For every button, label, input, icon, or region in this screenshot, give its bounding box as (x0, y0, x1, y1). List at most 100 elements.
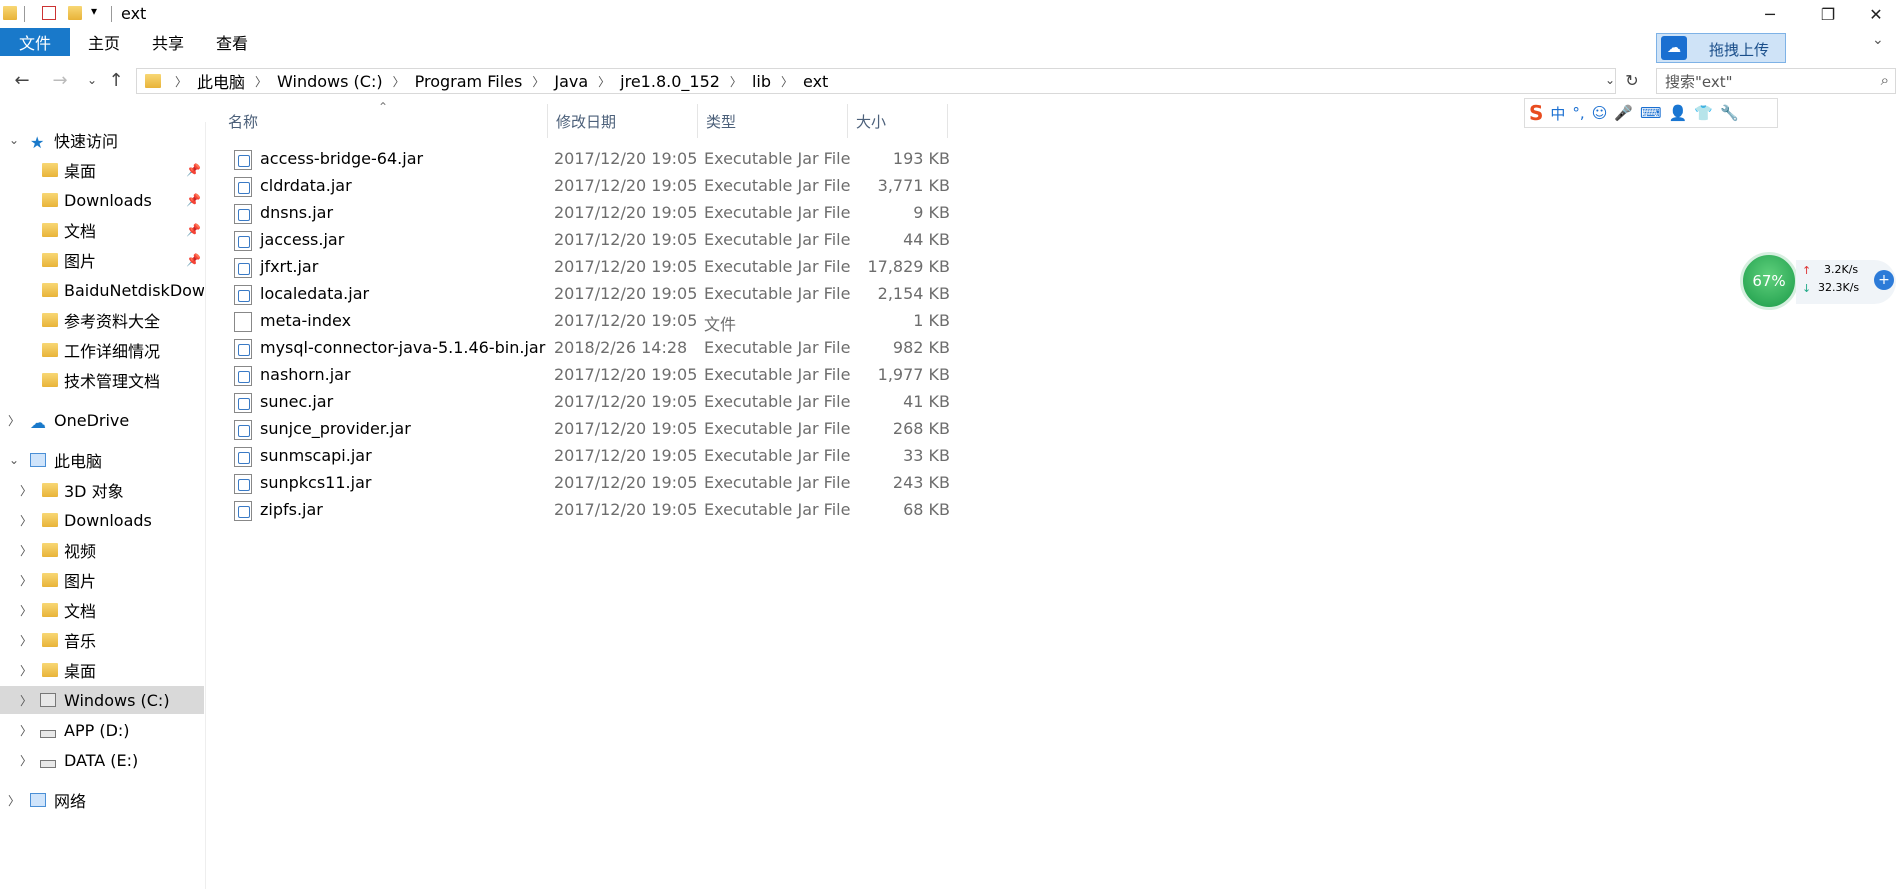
chevron-right-icon[interactable]: 〉 (20, 482, 32, 499)
emoji-icon[interactable]: ☺ (1592, 104, 1608, 122)
sidebar-network[interactable]: 〉 网络 (0, 786, 204, 814)
crumb-this-pc[interactable]: 此电脑 (191, 69, 251, 93)
table-row[interactable]: sunec.jar 2017/12/20 19:05 Executable Jar … (222, 389, 1152, 416)
add-icon[interactable]: + (1874, 270, 1894, 290)
recent-locations-chevron-icon[interactable]: ⌄ (80, 68, 104, 92)
sidebar-this-pc[interactable]: ⌄ 此电脑 (0, 446, 204, 474)
chevron-right-icon[interactable]: 〉 (20, 602, 32, 619)
sidebar-quick-access[interactable]: ⌄ ★ 快速访问 (0, 126, 204, 154)
upload-widget[interactable]: ☁ 拖拽上传 (1656, 33, 1786, 63)
column-header-name[interactable]: 名称 (220, 104, 548, 138)
table-row[interactable]: access-bridge-64.jar 2017/12/20 19:05 Exec… (222, 146, 1152, 173)
settings-wrench-icon[interactable]: 🔧 (1720, 104, 1739, 122)
table-row[interactable]: sunmscapi.jar 2017/12/20 19:05 Executable … (222, 443, 1152, 470)
chevron-down-icon[interactable]: ⌄ (1872, 32, 1884, 48)
user-icon[interactable]: 👤 (1669, 104, 1688, 122)
sidebar-item-3d-objects[interactable]: 〉 3D 对象 (0, 476, 204, 504)
search-box[interactable]: 搜索"ext" ⌕ (1656, 68, 1896, 94)
chevron-right-icon[interactable]: 〉 (20, 692, 32, 709)
sidebar-item-tech-docs[interactable]: 技术管理文档 (0, 366, 204, 394)
file-name[interactable]: sunjce_provider.jar (260, 419, 411, 438)
address-bar[interactable]: 〉 此电脑 〉 Windows (C:) 〉 Program Files 〉 J… (136, 68, 1616, 94)
table-row[interactable]: jfxrt.jar 2017/12/20 19:05 Executable Jar … (222, 254, 1152, 281)
sidebar-item-videos[interactable]: 〉 视频 (0, 536, 204, 564)
chevron-right-icon[interactable]: 〉 (20, 752, 32, 769)
search-icon[interactable]: ⌕ (1881, 71, 1889, 89)
sidebar-item-desktop[interactable]: 桌面 📌 (0, 156, 204, 184)
sidebar-item-pc-documents[interactable]: 〉 文档 (0, 596, 204, 624)
chevron-right-icon[interactable]: 〉 (20, 662, 32, 679)
table-row[interactable]: meta-index 2017/12/20 19:05 文件 1 KB (222, 308, 1152, 335)
back-button[interactable]: ← (10, 68, 34, 92)
network-speed-widget[interactable]: 67% ↑ 3.2K/s ↓ 32.3K/s + (1740, 252, 1898, 310)
file-name[interactable]: access-bridge-64.jar (260, 149, 423, 168)
address-dropdown-icon[interactable]: ⌄ (1598, 68, 1622, 92)
sidebar-item-reference[interactable]: 参考资料大全 (0, 306, 204, 334)
table-row[interactable]: mysql-connector-java-5.1.46-bin.jar 2018/… (222, 335, 1152, 362)
table-row[interactable]: dnsns.jar 2017/12/20 19:05 Executable Jar … (222, 200, 1152, 227)
skin-icon[interactable]: 👕 (1694, 104, 1713, 122)
table-row[interactable]: localedata.jar 2017/12/20 19:05 Executable… (222, 281, 1152, 308)
chevron-right-icon[interactable]: 〉 (20, 632, 32, 649)
table-row[interactable]: cldrdata.jar 2017/12/20 19:05 Executable J… (222, 173, 1152, 200)
chevron-right-icon[interactable]: 〉 (8, 412, 20, 429)
microphone-icon[interactable]: 🎤 (1614, 104, 1633, 122)
table-row[interactable]: nashorn.jar 2017/12/20 19:05 Executable Ja… (222, 362, 1152, 389)
ime-mode[interactable]: 中 (1550, 103, 1565, 124)
usage-gauge[interactable]: 67% (1740, 252, 1798, 310)
table-row[interactable]: sunpkcs11.jar 2017/12/20 19:05 Executable … (222, 470, 1152, 497)
file-name[interactable]: nashorn.jar (260, 365, 351, 384)
properties-icon[interactable] (42, 6, 56, 20)
sidebar-item-data-e[interactable]: 〉 DATA (E:) (0, 746, 204, 774)
file-name[interactable]: localedata.jar (260, 284, 369, 303)
file-name[interactable]: sunmscapi.jar (260, 446, 372, 465)
tab-share[interactable]: 共享 (136, 28, 200, 56)
chevron-down-icon[interactable]: ⌄ (8, 453, 20, 467)
new-folder-icon[interactable] (68, 6, 82, 20)
chevron-right-icon[interactable]: 〉 (20, 542, 32, 559)
column-header-size[interactable]: 大小 (848, 104, 948, 138)
file-name[interactable]: zipfs.jar (260, 500, 323, 519)
file-name[interactable]: mysql-connector-java-5.1.46-bin.jar (260, 338, 545, 357)
crumb-jre[interactable]: jre1.8.0_152 (614, 72, 726, 91)
maximize-button[interactable]: ❐ (1804, 0, 1852, 28)
column-header-date[interactable]: 修改日期 (548, 104, 698, 138)
file-name[interactable]: cldrdata.jar (260, 176, 352, 195)
sidebar-item-pc-downloads[interactable]: 〉 Downloads (0, 506, 204, 534)
ime-toolbar[interactable]: S 中 °, ☺ 🎤 ⌨ 👤 👕 🔧 (1524, 98, 1778, 128)
file-name[interactable]: sunpkcs11.jar (260, 473, 371, 492)
crumb-java[interactable]: Java (548, 72, 594, 91)
table-row[interactable]: sunjce_provider.jar 2017/12/20 19:05 Execu… (222, 416, 1152, 443)
chevron-down-icon[interactable]: ⌄ (8, 133, 20, 147)
sidebar-item-pc-desktop[interactable]: 〉 桌面 (0, 656, 204, 684)
tab-view[interactable]: 查看 (200, 28, 264, 56)
forward-button[interactable]: → (48, 68, 72, 92)
crumb-lib[interactable]: lib (746, 72, 777, 91)
table-row[interactable]: zipfs.jar 2017/12/20 19:05 Executable Jar … (222, 497, 1152, 524)
refresh-icon[interactable]: ↻ (1620, 68, 1644, 92)
sidebar-item-music[interactable]: 〉 音乐 (0, 626, 204, 654)
tab-home[interactable]: 主页 (72, 28, 136, 56)
crumb-windows-c[interactable]: Windows (C:) (271, 72, 389, 91)
punctuation-icon[interactable]: °, (1572, 104, 1584, 122)
crumb-ext[interactable]: ext (797, 72, 834, 91)
sidebar-onedrive[interactable]: 〉 ☁ OneDrive (0, 406, 204, 434)
column-header-type[interactable]: 类型 (698, 104, 848, 138)
sidebar-item-work-details[interactable]: 工作详细情况 (0, 336, 204, 364)
chevron-right-icon[interactable]: 〉 (20, 512, 32, 529)
chevron-right-icon[interactable]: 〉 (8, 792, 20, 809)
minimize-button[interactable]: ─ (1746, 0, 1794, 28)
customize-quick-access-icon[interactable]: ▾ (91, 4, 97, 18)
sidebar-item-pictures[interactable]: 图片 📌 (0, 246, 204, 274)
sidebar-item-baidunetdisk[interactable]: BaiduNetdiskDown (0, 276, 204, 304)
sidebar-item-downloads[interactable]: Downloads 📌 (0, 186, 204, 214)
table-row[interactable]: jaccess.jar 2017/12/20 19:05 Executable Ja… (222, 227, 1152, 254)
chevron-right-icon[interactable]: 〉 (20, 572, 32, 589)
up-button[interactable]: ↑ (104, 68, 128, 92)
file-name[interactable]: meta-index (260, 311, 351, 330)
chevron-right-icon[interactable]: 〉 (20, 722, 32, 739)
sidebar-item-windows-c[interactable]: 〉 Windows (C:) (0, 686, 204, 714)
file-name[interactable]: jaccess.jar (260, 230, 344, 249)
sidebar-item-documents[interactable]: 文档 📌 (0, 216, 204, 244)
sidebar-item-pc-pictures[interactable]: 〉 图片 (0, 566, 204, 594)
